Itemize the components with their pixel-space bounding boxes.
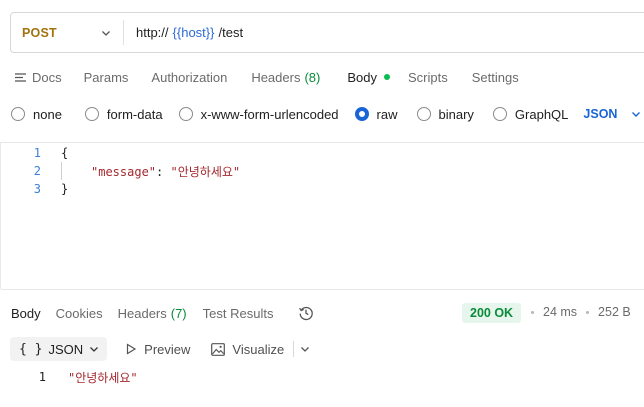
tab-body[interactable]: Body	[347, 60, 390, 94]
tab-settings[interactable]: Settings	[472, 60, 519, 94]
code-text: "message": "안녕하세요"	[91, 163, 240, 180]
body-type-options: none form-data x-www-form-urlencoded raw…	[0, 102, 641, 126]
preview-label: Preview	[144, 341, 191, 357]
separator-dot	[586, 310, 590, 314]
editor-line: 3 }	[1, 180, 68, 198]
response-size[interactable]: 252 B	[598, 305, 631, 319]
tab-label: Cookies	[55, 305, 103, 321]
line-number: 2	[33, 164, 41, 178]
tab-label: Headers	[117, 305, 167, 321]
separator-dot	[531, 310, 534, 314]
body-format-label: JSON	[583, 107, 618, 121]
request-tabs: Docs Params Authorization Headers (8) Bo…	[0, 60, 519, 94]
response-body-line: 1 "안녕하세요"	[0, 368, 138, 386]
radio-urlencoded[interactable]: x-www-form-urlencoded	[178, 106, 339, 122]
url-input[interactable]: http:// {{host}} /test	[124, 25, 243, 40]
response-toolbar: { } JSON Preview Visualize	[10, 337, 310, 361]
docs-icon	[15, 72, 26, 82]
response-tab-body[interactable]: Body	[11, 306, 41, 321]
radio-label: binary	[438, 106, 474, 122]
radio-button[interactable]	[11, 107, 25, 121]
body-format-select[interactable]: JSON	[583, 107, 641, 121]
radio-button[interactable]	[492, 107, 507, 121]
radio-button[interactable]	[84, 107, 99, 121]
response-tab-test-results[interactable]: Test Results	[203, 306, 274, 321]
url-variable[interactable]: {{host}}	[173, 25, 215, 40]
play-icon	[127, 343, 137, 355]
radio-label: none	[33, 106, 62, 122]
radio-label: x-www-form-urlencoded	[200, 106, 339, 122]
image-icon	[211, 342, 226, 356]
tab-label: Params	[83, 69, 129, 85]
radio-raw[interactable]: raw	[354, 106, 398, 122]
radio-graphql[interactable]: GraphQL	[492, 106, 569, 122]
line-number: 1	[38, 370, 46, 384]
tab-label: Body	[347, 69, 377, 85]
status-badge[interactable]: 200 OK	[462, 303, 522, 323]
chevron-down-icon	[632, 112, 641, 117]
line-number: 1	[33, 146, 41, 160]
request-body-editor[interactable]: 1 { 2 "message": "안녕하세요" 3 }	[0, 142, 644, 290]
radio-none[interactable]: none	[11, 107, 62, 122]
tab-label: Docs	[32, 69, 62, 85]
tab-docs[interactable]: Docs	[15, 60, 62, 94]
radio-button-checked[interactable]	[354, 107, 369, 121]
response-time-group: 24 ms 252 B	[531, 305, 631, 319]
method-select[interactable]: POST	[11, 13, 123, 52]
editor-line: 1 {	[1, 144, 68, 162]
response-value: "안녕하세요"	[68, 370, 138, 385]
headers-count: (7)	[170, 305, 187, 321]
radio-button[interactable]	[416, 107, 431, 121]
tab-label: Test Results	[202, 305, 274, 321]
toolbar-divider	[293, 341, 295, 357]
tab-scripts[interactable]: Scripts	[408, 60, 448, 94]
code-text: {	[61, 146, 69, 160]
tab-params[interactable]: Params	[84, 60, 129, 94]
json-value: "안녕하세요"	[170, 164, 241, 179]
tab-label: Settings	[471, 69, 519, 85]
tab-headers[interactable]: Headers (8)	[251, 60, 320, 94]
chevron-down-icon	[102, 30, 110, 36]
radio-label: GraphQL	[514, 106, 569, 122]
response-tab-headers[interactable]: Headers (7)	[118, 306, 187, 321]
response-format-select[interactable]: { } JSON	[10, 337, 108, 361]
tab-label: Body	[11, 305, 41, 321]
radio-label: form-data	[106, 106, 163, 122]
line-number: 3	[33, 182, 41, 196]
history-icon[interactable]	[298, 305, 314, 321]
url-prefix: http://	[136, 25, 169, 40]
visualize-label: Visualize	[232, 341, 285, 357]
url-bar: POST http:// {{host}} /test	[10, 12, 644, 53]
response-format-label: JSON	[48, 341, 84, 357]
method-label: POST	[22, 25, 57, 40]
preview-button[interactable]: Preview	[125, 342, 190, 357]
editor-line: 2 "message": "안녕하세요"	[1, 162, 240, 180]
radio-form-data[interactable]: form-data	[84, 106, 163, 122]
code-text: }	[61, 182, 69, 196]
braces-icon: { }	[19, 341, 43, 357]
radio-binary[interactable]: binary	[416, 106, 474, 122]
indent-guide	[61, 162, 62, 180]
chevron-down-icon	[90, 347, 99, 352]
json-colon: :	[156, 164, 171, 179]
tab-label: Headers	[251, 69, 301, 85]
chevron-down-icon[interactable]	[300, 344, 310, 354]
response-time[interactable]: 24 ms	[543, 305, 577, 319]
url-suffix: /test	[218, 25, 244, 40]
radio-label: raw	[376, 106, 398, 122]
tab-authorization[interactable]: Authorization	[151, 60, 227, 94]
body-indicator-dot	[383, 74, 390, 80]
tab-label: Authorization	[151, 69, 228, 85]
headers-count: (8)	[304, 69, 321, 85]
response-tab-cookies[interactable]: Cookies	[56, 306, 103, 321]
json-key: "message"	[91, 164, 157, 179]
radio-button[interactable]	[178, 107, 193, 121]
tab-label: Scripts	[407, 69, 448, 85]
visualize-button[interactable]: Visualize	[211, 342, 284, 357]
